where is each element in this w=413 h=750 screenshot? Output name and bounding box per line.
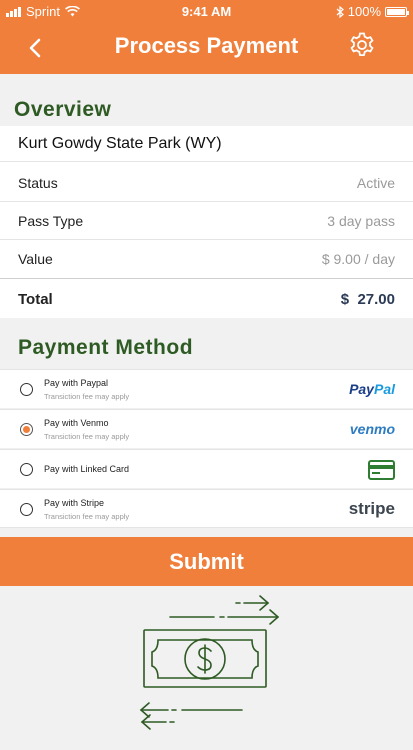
linked-card-label: Pay with Linked Card (44, 464, 130, 474)
value-label: Value (18, 251, 53, 267)
value-value: $ 9.00 / day (321, 251, 395, 267)
total-row: Total $ 27.00 (0, 280, 413, 318)
paypal-label: Pay with Paypal (44, 378, 109, 388)
status-value: Active (356, 174, 395, 191)
venmo-note: Transiction fee may apply (44, 432, 130, 441)
pass-type-label: Pass Type (18, 212, 84, 229)
stripe-note: Transiction fee may apply (44, 512, 130, 521)
battery-icon (385, 6, 409, 17)
value-row: Value $ 9.00 / day (0, 240, 413, 279)
status-label: Status (18, 174, 58, 191)
venmo-label: Pay with Venmo (44, 418, 109, 428)
radio-stripe[interactable] (20, 503, 33, 516)
submit-button[interactable]: Submit (0, 537, 413, 586)
pass-type-value: 3 day pass (327, 212, 395, 229)
overview-heading: Overview (14, 98, 112, 121)
venmo-logo: venmo (349, 421, 395, 437)
card-icon (368, 460, 395, 480)
radio-paypal[interactable] (20, 383, 33, 396)
pass-type-row: Pass Type 3 day pass (0, 202, 413, 240)
battery-label: 100% (347, 4, 381, 19)
total-label: Total (18, 290, 53, 308)
payment-option-venmo[interactable]: Pay with Venmo Transiction fee may apply… (0, 409, 413, 448)
radio-linked-card[interactable] (20, 463, 33, 476)
stripe-label: Pay with Stripe (44, 498, 105, 508)
stripe-logo: stripe (348, 499, 395, 518)
bluetooth-icon (336, 5, 344, 18)
park-name-label: Kurt Gowdy State Park (WY) (18, 134, 222, 152)
payment-option-linked-card[interactable]: Pay with Linked Card (0, 449, 413, 488)
overview-card: Kurt Gowdy State Park (WY) Status Active… (0, 126, 413, 318)
radio-venmo[interactable] (20, 423, 33, 436)
park-name: Kurt Gowdy State Park (WY) (0, 126, 413, 162)
money-transfer-icon (139, 595, 280, 730)
payment-option-paypal[interactable]: Pay with Paypal Transiction fee may appl… (0, 369, 413, 408)
payment-method-heading: Payment Method (18, 336, 194, 359)
nav-bar: Process Payment (0, 22, 413, 74)
total-value: $ 27.00 (340, 290, 395, 308)
paypal-note: Transiction fee may apply (44, 392, 130, 401)
status-right: 100% (336, 4, 409, 19)
gear-icon[interactable] (348, 31, 376, 59)
battery-fill (387, 8, 405, 15)
payment-option-stripe[interactable]: Pay with Stripe Transiction fee may appl… (0, 489, 413, 528)
status-bar: Sprint 9:41 AM 100% (0, 0, 413, 22)
status-row: Status Active (0, 164, 413, 202)
paypal-logo: PayPal (349, 381, 395, 397)
